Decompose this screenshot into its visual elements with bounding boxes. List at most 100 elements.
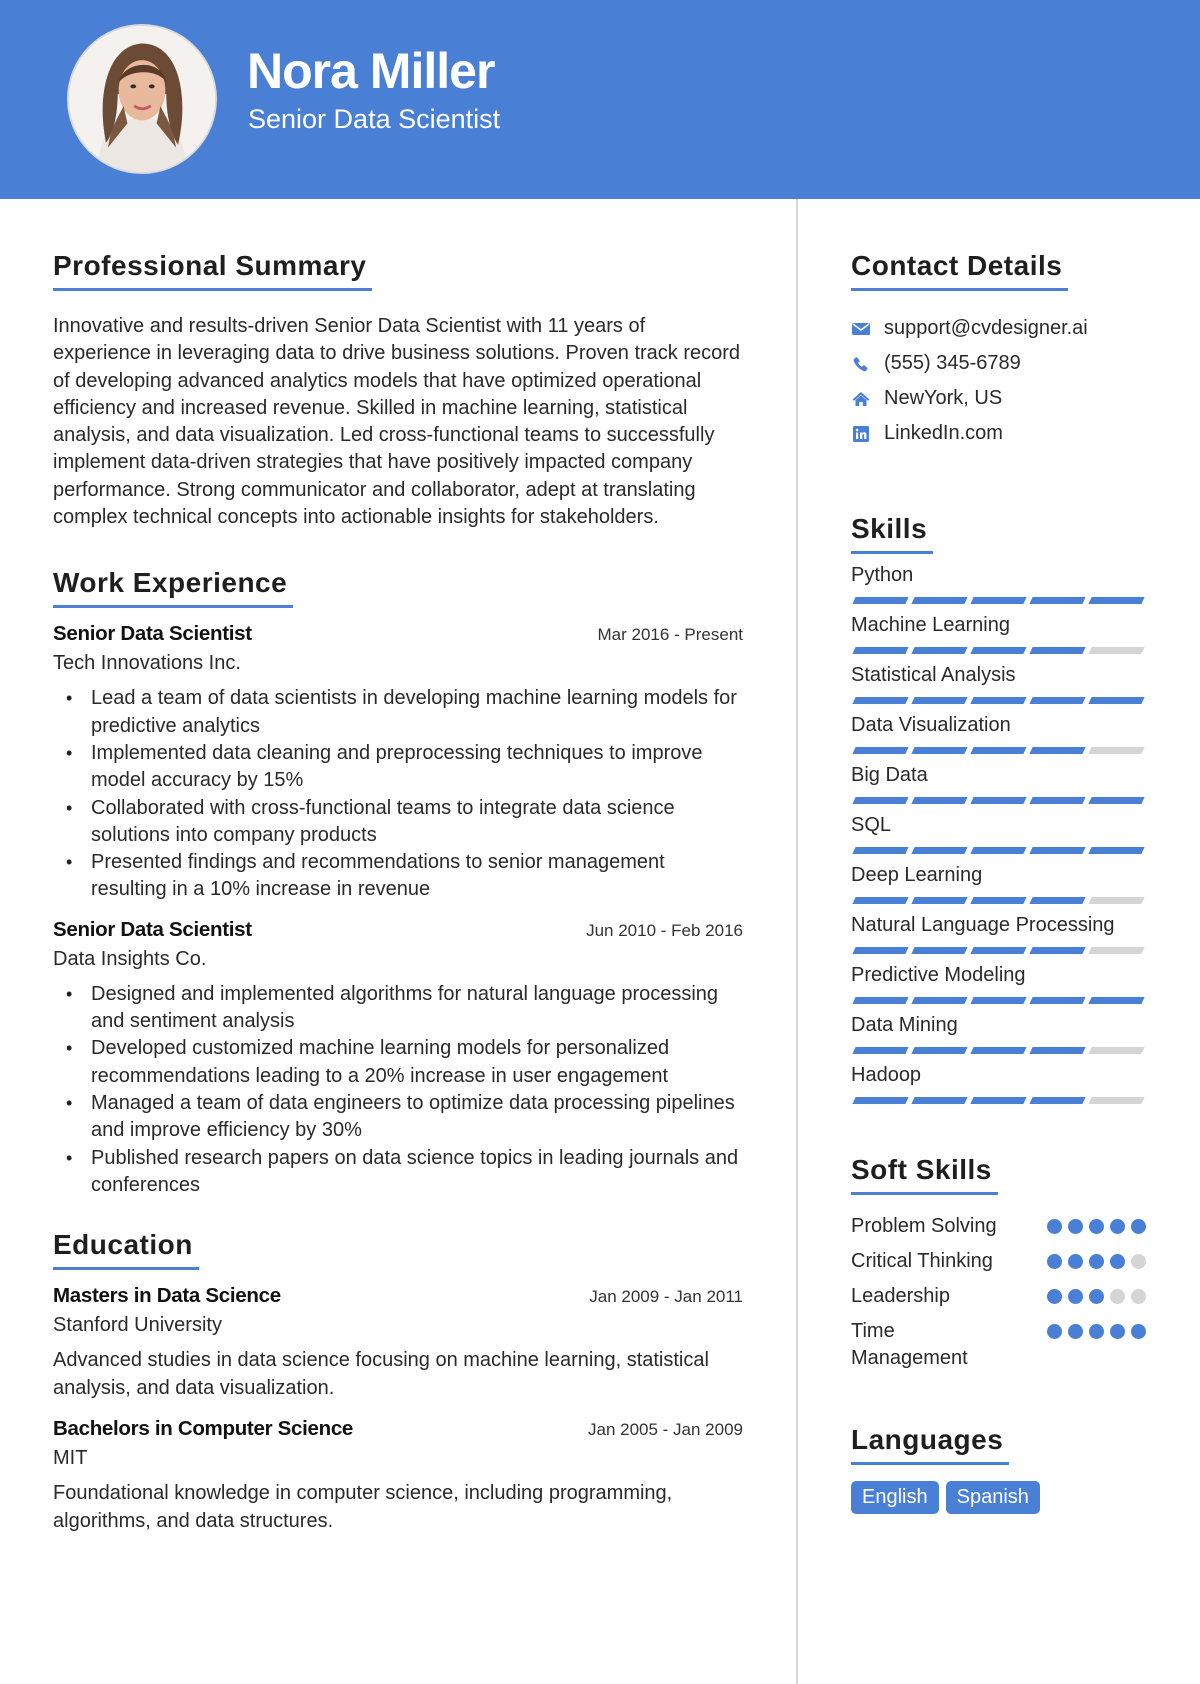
skill-segment-filled (970, 997, 1027, 1004)
candidate-title: Senior Data Scientist (248, 104, 501, 134)
skill-name: Deep Learning (851, 864, 983, 886)
rating-dot-filled (1068, 1289, 1083, 1304)
soft-skill-rating (1047, 1324, 1146, 1339)
column-divider (796, 199, 798, 1684)
job-entry: Senior Data Scientist Jun 2010 - Feb 2016… (53, 918, 743, 1199)
skill-segment-filled (970, 747, 1027, 754)
skill-segment-filled (1088, 997, 1145, 1004)
skill-segment-empty (1088, 747, 1145, 754)
skill-segment-filled (1029, 597, 1086, 604)
school-name: Stanford University (53, 1314, 222, 1337)
education-header: Masters in Data Science Jan 2009 - Jan 20… (53, 1284, 743, 1308)
section-heading: Skills (851, 513, 934, 554)
home-icon (851, 389, 871, 409)
section-heading: Languages (851, 1424, 1010, 1465)
contact-item[interactable]: (555) 345-6789 (851, 346, 1151, 381)
rating-dot-empty (1110, 1289, 1125, 1304)
education-dates: Jan 2005 - Jan 2009 (587, 1419, 743, 1439)
skill-segment-filled (911, 947, 968, 954)
skill-segment-filled (911, 847, 968, 854)
soft-skill-item: Problem Solving (851, 1213, 1151, 1240)
skill-segment-filled (911, 897, 968, 904)
skill-item: Machine Learning (851, 612, 1151, 654)
skill-level-bar (851, 947, 1151, 954)
skill-segment-filled (911, 797, 968, 804)
skill-name: Statistical Analysis (851, 664, 1016, 686)
candidate-name: Nora Miller (247, 43, 495, 99)
section-heading: Soft Skills (851, 1154, 998, 1195)
skill-segment-filled (852, 997, 909, 1004)
skill-segment-filled (852, 1097, 909, 1104)
skill-segment-filled (911, 997, 968, 1004)
phone-icon (851, 354, 871, 374)
job-title: Senior Data Scientist (53, 917, 252, 941)
rating-dot-empty (1131, 1254, 1146, 1269)
contact-text[interactable]: NewYork, US (884, 387, 1002, 410)
contact-item[interactable]: support@cvdesigner.ai (851, 311, 1151, 346)
education-description: Advanced studies in data science focusin… (53, 1349, 709, 1399)
skill-segment-filled (970, 597, 1027, 604)
rating-dot-filled (1089, 1219, 1104, 1234)
rating-dot-filled (1131, 1324, 1146, 1339)
contact-item[interactable]: LinkedIn.com (851, 416, 1151, 451)
skill-name: Machine Learning (851, 614, 1010, 636)
job-dates: Jun 2010 - Feb 2016 (586, 920, 743, 940)
contact-text[interactable]: support@cvdesigner.ai (884, 317, 1088, 340)
section-heading: Professional Summary (53, 250, 373, 291)
skill-segment-filled (1088, 797, 1145, 804)
skill-item: Natural Language Processing (851, 912, 1151, 954)
skill-segment-filled (852, 647, 909, 654)
summary-section: Professional Summary Innovative and resu… (53, 250, 743, 531)
contact-text[interactable]: (555) 345-6789 (884, 352, 1021, 375)
skill-segment-filled (1029, 847, 1086, 854)
skill-segment-filled (970, 897, 1027, 904)
contact-item[interactable]: NewYork, US (851, 381, 1151, 416)
job-list: Senior Data Scientist Mar 2016 - Present T… (53, 622, 743, 1199)
company-name: Tech Innovations Inc. (53, 652, 241, 675)
skill-segment-filled (1088, 597, 1145, 604)
contact-text[interactable]: LinkedIn.com (884, 422, 1003, 445)
skill-segment-filled (970, 797, 1027, 804)
skill-level-bar (851, 697, 1151, 704)
sidebar-column: Contact Details support@cvdesigner.ai (55… (851, 250, 1151, 1514)
job-title: Senior Data Scientist (53, 622, 252, 646)
skill-segment-filled (970, 647, 1027, 654)
job-bullet: Managed a team of data engineers to opti… (66, 1090, 743, 1145)
job-bullet: Collaborated with cross-functional teams… (66, 795, 743, 850)
education-header: Bachelors in Computer Science Jan 2005 - … (53, 1417, 743, 1441)
skill-segment-filled (1029, 1047, 1086, 1054)
soft-skill-name: Leadership (851, 1285, 950, 1307)
rating-dot-filled (1047, 1254, 1062, 1269)
skill-item: Data Mining (851, 1012, 1151, 1054)
envelope-icon (851, 319, 871, 339)
skill-item: Statistical Analysis (851, 662, 1151, 704)
skill-segment-filled (911, 647, 968, 654)
skill-name: SQL (851, 814, 892, 836)
job-bullets: Lead a team of data scientists in develo… (53, 685, 743, 903)
skill-level-bar (851, 847, 1151, 854)
skill-segment-filled (852, 697, 909, 704)
skill-segment-filled (852, 747, 909, 754)
skill-segment-filled (970, 947, 1027, 954)
experience-section: Work Experience Senior Data Scientist Mar… (53, 567, 743, 1199)
education-entry: Bachelors in Computer Science Jan 2005 - … (53, 1417, 743, 1536)
skills-section: Skills Python Machine Learning Statistical… (851, 513, 1151, 1104)
linkedin-icon (851, 424, 871, 444)
skill-level-bar (851, 597, 1151, 604)
skill-segment-filled (1088, 847, 1145, 854)
soft-skill-name: Time Management (851, 1320, 968, 1369)
skill-level-bar (851, 797, 1151, 804)
skill-segment-filled (1029, 647, 1086, 654)
skill-item: Predictive Modeling (851, 962, 1151, 1004)
skill-item: Deep Learning (851, 862, 1151, 904)
section-heading: Education (53, 1229, 199, 1271)
job-bullet: Implemented data cleaning and preprocess… (66, 740, 743, 795)
language-badge: Spanish (945, 1481, 1040, 1514)
rating-dot-filled (1047, 1324, 1062, 1339)
rating-dot-filled (1068, 1324, 1083, 1339)
skill-segment-filled (852, 797, 909, 804)
rating-dot-filled (1068, 1219, 1083, 1234)
job-header: Senior Data Scientist Jun 2010 - Feb 2016 (53, 918, 743, 942)
rating-dot-filled (1089, 1254, 1104, 1269)
school-name: MIT (53, 1446, 88, 1469)
